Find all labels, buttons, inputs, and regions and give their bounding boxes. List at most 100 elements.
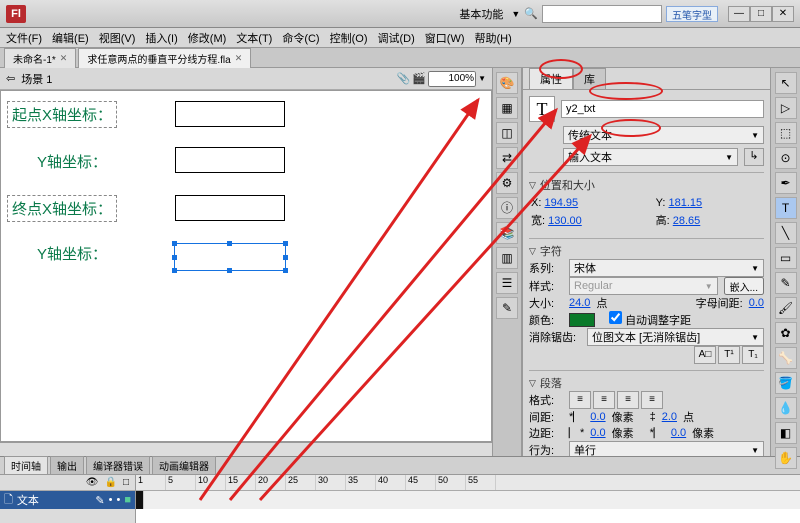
layer-row[interactable]: 🗋文本✎••■ <box>0 491 135 509</box>
bone-tool-icon[interactable]: 🦴 <box>775 347 797 369</box>
components-icon[interactable]: ▥ <box>496 247 518 269</box>
font-family-dropdown[interactable]: 宋体▼ <box>569 259 764 277</box>
tab-compiler-errors[interactable]: 编译器错误 <box>86 456 150 474</box>
autokern-checkbox[interactable]: 自动调整字距 <box>609 311 691 328</box>
font-style-dropdown[interactable]: Regular▼ <box>569 277 718 295</box>
embed-button[interactable]: 嵌入... <box>724 277 764 295</box>
margin-left-value[interactable]: 0.0 <box>590 427 605 439</box>
eye-icon[interactable]: 👁 <box>86 477 99 488</box>
pen-tool-icon[interactable]: ✒ <box>775 172 797 194</box>
info-icon[interactable]: ⓘ <box>496 197 518 219</box>
back-button[interactable]: ⇦ <box>6 72 15 85</box>
tab-library[interactable]: 库 <box>573 68 606 89</box>
search-input[interactable] <box>542 5 662 23</box>
chevron-down-icon[interactable]: ▼ <box>511 9 520 19</box>
lasso-tool-icon[interactable]: ⊙ <box>775 147 797 169</box>
stage-textfield[interactable] <box>175 101 285 127</box>
symbol-edit-icon[interactable]: 📎 <box>397 72 411 85</box>
x-value[interactable]: 194.95 <box>544 197 578 209</box>
frames-pane[interactable]: 1510152025303540455055 <box>136 475 800 523</box>
lock-icon[interactable]: 🔒 <box>105 477 117 488</box>
menu-help[interactable]: 帮助(H) <box>475 30 512 46</box>
maximize-button[interactable]: □ <box>750 6 772 22</box>
scene-icon[interactable]: 🎬 <box>412 72 426 85</box>
menu-view[interactable]: 视图(V) <box>99 30 136 46</box>
align-right-icon[interactable]: ≡ <box>617 391 639 409</box>
tab-timeline[interactable]: 时间轴 <box>4 456 48 474</box>
subselect-tool-icon[interactable]: ▷ <box>775 97 797 119</box>
text-engine-dropdown[interactable]: 传统文本▼ <box>563 126 764 144</box>
align-center-icon[interactable]: ≡ <box>593 391 615 409</box>
instance-name-input[interactable] <box>561 100 764 118</box>
selection-tool-icon[interactable]: ↖ <box>775 72 797 94</box>
section-character[interactable]: ▽字符 <box>529 243 764 259</box>
section-position[interactable]: ▽位置和大小 <box>529 177 764 193</box>
stage-textfield[interactable] <box>175 195 285 221</box>
superscript-icon[interactable]: T¹ <box>718 346 740 364</box>
chevron-down-icon[interactable]: ▼ <box>478 74 486 83</box>
brush-tool-icon[interactable]: 🖌 <box>775 297 797 319</box>
menu-edit[interactable]: 编辑(E) <box>52 30 89 46</box>
pencil-tool-icon[interactable]: ✎ <box>775 272 797 294</box>
height-value[interactable]: 28.65 <box>673 215 701 227</box>
workspace-mode[interactable]: 基本功能 <box>455 5 507 23</box>
align-icon[interactable]: ▦ <box>496 97 518 119</box>
color-picker[interactable] <box>569 313 595 327</box>
subscript-icon[interactable]: T₁ <box>742 346 764 364</box>
orientation-icon[interactable]: ↳ <box>744 148 764 166</box>
menu-text[interactable]: 文本(T) <box>236 30 272 46</box>
paint-bucket-icon[interactable]: 🪣 <box>775 372 797 394</box>
menu-insert[interactable]: 插入(I) <box>145 30 177 46</box>
doc-tab[interactable]: 求任意两点的垂直平分线方程.fla✕ <box>78 48 251 68</box>
close-button[interactable]: ✕ <box>772 6 794 22</box>
linespacing-value[interactable]: 2.0 <box>662 411 677 423</box>
swap-icon[interactable]: ⇄ <box>496 147 518 169</box>
text-type-dropdown[interactable]: 输入文本▼ <box>563 148 738 166</box>
transform-icon[interactable]: ◫ <box>496 122 518 144</box>
antialias-dropdown[interactable]: 位图文本 [无消除锯齿]▼ <box>587 328 764 346</box>
layers-icon[interactable]: ☰ <box>496 272 518 294</box>
ime-indicator[interactable]: 五笔字型 <box>666 6 718 22</box>
rectangle-tool-icon[interactable]: ▭ <box>775 247 797 269</box>
text-tool-icon[interactable]: T <box>775 197 797 219</box>
doc-tab[interactable]: 未命名-1*✕ <box>4 48 76 68</box>
menu-window[interactable]: 窗口(W) <box>425 30 465 46</box>
keyframe[interactable] <box>136 491 144 509</box>
minimize-button[interactable]: — <box>728 6 750 22</box>
menu-commands[interactable]: 命令(C) <box>282 30 319 46</box>
eraser-tool-icon[interactable]: ◧ <box>775 422 797 444</box>
indent-value[interactable]: 0.0 <box>590 411 605 423</box>
stage-textfield[interactable] <box>175 147 285 173</box>
palette-icon[interactable]: 🎨 <box>496 72 518 94</box>
stage-viewport[interactable]: 起点X轴坐标： Y轴坐标： 终点X轴坐标： Y轴坐标： <box>0 90 492 442</box>
gear-icon[interactable]: ⚙ <box>496 172 518 194</box>
scrollbar-horizontal[interactable] <box>0 442 492 456</box>
eyedropper-icon[interactable]: 💧 <box>775 397 797 419</box>
menu-debug[interactable]: 调试(D) <box>378 30 415 46</box>
tab-motion-editor[interactable]: 动画编辑器 <box>152 456 216 474</box>
y-value[interactable]: 181.15 <box>668 197 702 209</box>
behavior-dropdown[interactable]: 单行▼ <box>569 441 764 456</box>
marker-icon[interactable]: ✎ <box>496 297 518 319</box>
outline-icon[interactable]: □ <box>123 477 129 488</box>
width-value[interactable]: 130.00 <box>548 215 582 227</box>
close-icon[interactable]: ✕ <box>60 53 68 64</box>
menu-modify[interactable]: 修改(M) <box>188 30 227 46</box>
selectable-icon[interactable]: A□ <box>694 346 716 364</box>
section-paragraph[interactable]: ▽段落 <box>529 375 764 391</box>
align-left-icon[interactable]: ≡ <box>569 391 591 409</box>
close-icon[interactable]: ✕ <box>235 53 243 64</box>
free-transform-icon[interactable]: ⬚ <box>775 122 797 144</box>
align-justify-icon[interactable]: ≡ <box>641 391 663 409</box>
margin-right-value[interactable]: 0.0 <box>671 427 686 439</box>
tab-properties[interactable]: 属性 <box>529 68 573 89</box>
font-size-value[interactable]: 24.0 <box>569 297 590 309</box>
zoom-input[interactable] <box>428 71 476 87</box>
stage-textfield-selected[interactable] <box>174 243 286 271</box>
library-icon[interactable]: 📚 <box>496 222 518 244</box>
scene-label[interactable]: 场景 1 <box>21 71 52 87</box>
deco-tool-icon[interactable]: ✿ <box>775 322 797 344</box>
menu-file[interactable]: 文件(F) <box>6 30 42 46</box>
menu-control[interactable]: 控制(O) <box>330 30 368 46</box>
line-tool-icon[interactable]: ╲ <box>775 222 797 244</box>
